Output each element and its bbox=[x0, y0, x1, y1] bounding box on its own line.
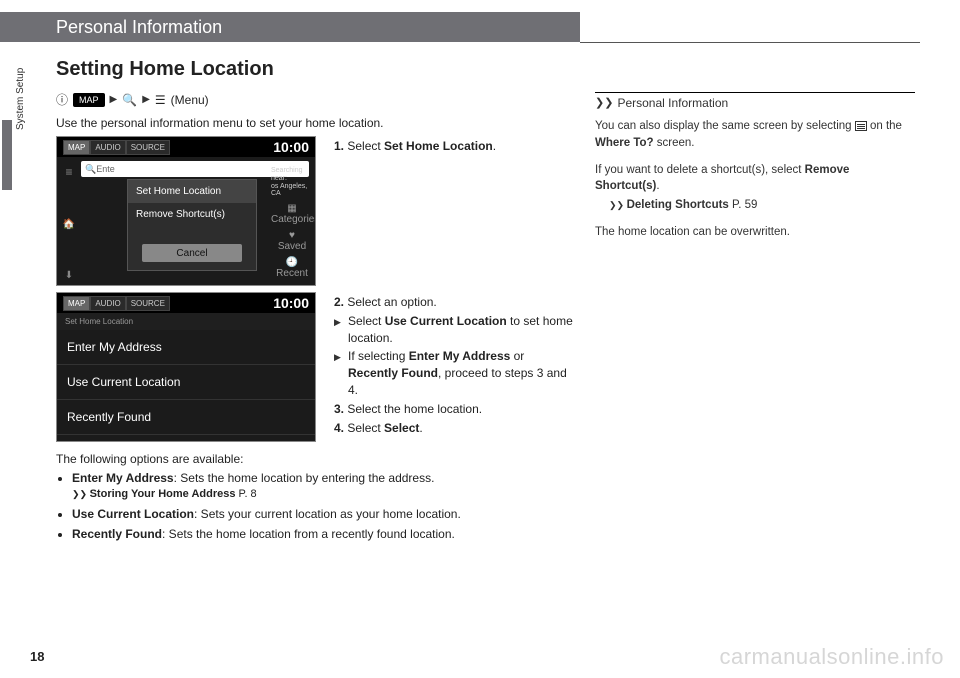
categories-label: Categories bbox=[271, 214, 313, 225]
down-icon: ⬇ bbox=[65, 270, 73, 281]
menu-icon bbox=[855, 121, 867, 131]
step-4: 4. Select Select. bbox=[334, 420, 574, 437]
side-paragraph-1: You can also display the same screen by … bbox=[595, 118, 915, 151]
popup-set-home: Set Home Location bbox=[128, 180, 256, 203]
heart-icon: ♥ bbox=[271, 230, 313, 241]
double-chevron-icon: ❯❯ bbox=[595, 96, 613, 112]
popup-menu: Set Home Location Remove Shortcut(s) Can… bbox=[127, 179, 257, 271]
side-tab-label: System Setup bbox=[15, 68, 26, 130]
screenshot-1: MAPAUDIOSOURCE 10:00 🔍 Ente ≡ 🏠 ⬇ Search… bbox=[56, 136, 316, 286]
side-paragraph-2: If you want to delete a shortcut(s), sel… bbox=[595, 162, 915, 214]
recent-label: Recent bbox=[271, 268, 313, 279]
right-rail: Searching near: os Angeles, CA ▦Categori… bbox=[271, 165, 313, 281]
map-button-icon: MAP bbox=[73, 93, 105, 107]
searching-loc: os Angeles, CA bbox=[271, 183, 313, 198]
options-intro: The following options are available: bbox=[56, 452, 576, 466]
searching-near-label: Searching near: bbox=[271, 167, 313, 182]
tab-map: MAP bbox=[63, 140, 90, 155]
option-recently-found: Recently Found bbox=[57, 400, 315, 435]
clock-icon: 🕘 bbox=[271, 257, 313, 268]
side-note-title: ❯❯ Personal Information bbox=[595, 92, 915, 112]
chevron-right-icon: ▶ bbox=[142, 94, 150, 105]
magnifier-icon: 🔍 bbox=[122, 93, 137, 107]
tab-source: SOURCE bbox=[126, 296, 170, 311]
nav-breadcrumb: ⓘ MAP ▶ 🔍 ▶ ☰ (Menu) bbox=[56, 91, 576, 108]
side-tab bbox=[2, 120, 12, 190]
grid-icon: ▦ bbox=[271, 203, 313, 214]
option-item: Recently Found: Sets the home location f… bbox=[72, 526, 576, 542]
menu-icon: ☰ bbox=[155, 93, 166, 107]
option-enter-address: Enter My Address bbox=[57, 330, 315, 365]
crumb-set-home: Set Home Location bbox=[57, 313, 315, 330]
side-note: ❯❯ Personal Information You can also dis… bbox=[595, 92, 915, 250]
step-1: 1. Select Set Home Location. bbox=[334, 138, 574, 155]
step-2: 2. Select an option. bbox=[334, 294, 574, 311]
tab-source: SOURCE bbox=[126, 140, 170, 155]
clock: 10:00 bbox=[273, 295, 309, 311]
cross-reference: Deleting Shortcuts P. 59 bbox=[609, 197, 915, 214]
page-title: Setting Home Location bbox=[56, 58, 576, 81]
step-2-sub1: Select Use Current Location to set home … bbox=[334, 313, 574, 347]
breadcrumb-menu-label: (Menu) bbox=[171, 93, 209, 107]
left-rail: ≡ 🏠 ⬇ bbox=[59, 165, 79, 281]
side-paragraph-3: The home location can be overwritten. bbox=[595, 224, 915, 241]
tab-audio: AUDIO bbox=[90, 296, 125, 311]
section-header: Personal Information bbox=[0, 12, 580, 42]
saved-label: Saved bbox=[271, 241, 313, 252]
watermark: carmanualsonline.info bbox=[719, 644, 944, 670]
tab-audio: AUDIO bbox=[90, 140, 125, 155]
cross-reference: Storing Your Home Address P. 8 bbox=[72, 488, 576, 500]
tab-map: MAP bbox=[63, 296, 90, 311]
popup-remove-shortcut: Remove Shortcut(s) bbox=[128, 203, 256, 226]
intro-text: Use the personal information menu to set… bbox=[56, 116, 576, 130]
step-2-sub2: If selecting Enter My Address or Recentl… bbox=[334, 348, 574, 398]
option-use-current: Use Current Location bbox=[57, 365, 315, 400]
popup-cancel-button: Cancel bbox=[142, 244, 242, 262]
search-placeholder: Ente bbox=[96, 164, 115, 174]
step-3: 3. Select the home location. bbox=[334, 401, 574, 418]
option-item: Enter My Address: Sets the home location… bbox=[72, 470, 576, 486]
chevron-right-icon: ▶ bbox=[110, 94, 118, 105]
header-rule bbox=[580, 42, 920, 43]
page-number: 18 bbox=[30, 649, 44, 664]
hamburger-icon: ≡ bbox=[65, 165, 72, 179]
clock: 10:00 bbox=[273, 139, 309, 155]
screenshot-2: MAPAUDIOSOURCE 10:00 Set Home Location E… bbox=[56, 292, 316, 442]
option-item: Use Current Location: Sets your current … bbox=[72, 506, 576, 522]
home-icon: 🏠 bbox=[63, 219, 75, 230]
info-icon: ⓘ bbox=[56, 91, 68, 108]
